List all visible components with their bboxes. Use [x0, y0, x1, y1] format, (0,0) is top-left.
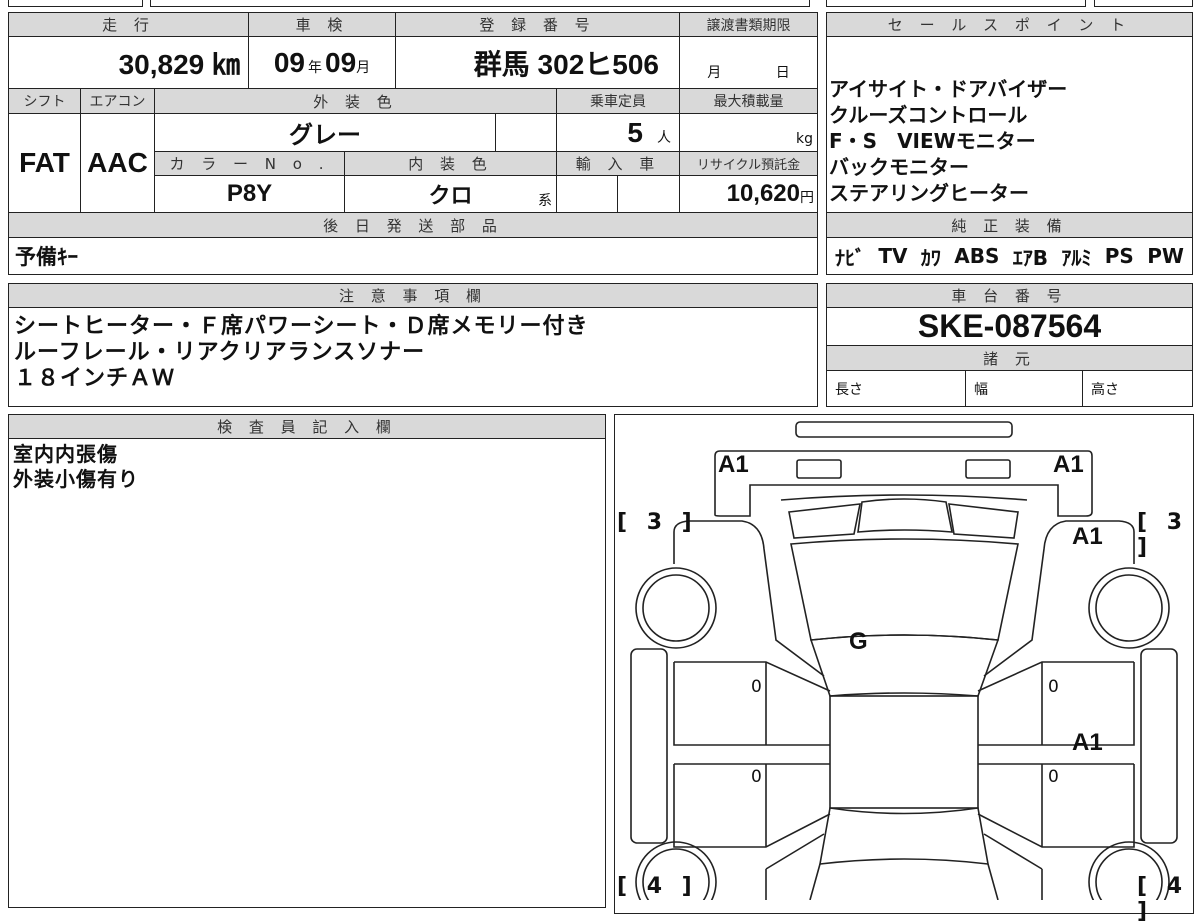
- notes-lines: シートヒーター・Ｆ席パワーシート・Ｄ席メモリー付き ルーフレール・リアクリアラン…: [14, 314, 589, 392]
- import-cell: [617, 175, 680, 213]
- equip-item: ｶﾜ: [920, 245, 941, 270]
- color-no-header: カ ラ ー N o .: [154, 151, 345, 176]
- mileage-value: 30,829 ㎞: [8, 36, 249, 89]
- damage-mark: 0: [751, 677, 762, 697]
- inspector-header: 検 査 員 記 入 欄: [8, 414, 606, 439]
- inspector-body: [8, 438, 606, 908]
- spec-height: 高さ: [1082, 370, 1193, 407]
- top-cell: [150, 0, 810, 7]
- interior-color-value: クロ系: [344, 175, 557, 213]
- equip-item: ABS: [954, 244, 1000, 268]
- equip-item: ｱﾙﾐ: [1061, 245, 1092, 270]
- ac-header: エアコン: [80, 88, 155, 114]
- spec-width: 幅: [965, 370, 1083, 407]
- tire-grade: [ 3 ]: [617, 510, 698, 535]
- chassis-number: SKE-087564: [826, 307, 1193, 346]
- damage-mark: 0: [751, 767, 762, 787]
- note-line: ルーフレール・リアクリアランスソナー: [14, 340, 426, 365]
- damage-mark: A1: [1072, 523, 1103, 550]
- equip-item: TV: [878, 244, 908, 268]
- damage-mark: G: [849, 628, 868, 655]
- spec-length: 長さ: [826, 370, 966, 407]
- registration-value: 群馬 302ヒ506: [395, 36, 680, 89]
- shift-header: シフト: [8, 88, 81, 114]
- shift-value: FAT: [8, 113, 81, 213]
- note-line: １８インチＡＷ: [14, 366, 176, 391]
- note-line: シートヒーター・Ｆ席パワーシート・Ｄ席メモリー付き: [14, 314, 589, 339]
- damage-mark: A1: [1053, 451, 1084, 478]
- capacity-header: 乗車定員: [556, 88, 680, 114]
- equip-item: ﾅﾋﾞ: [835, 245, 865, 270]
- later-parts-value: 予備ｷｰ: [8, 237, 818, 275]
- mileage-header: 走 行: [8, 12, 249, 37]
- interior-color-header: 内 装 色: [344, 151, 557, 176]
- max-load-header: 最大積載量: [679, 88, 818, 114]
- color-no-value: P8Y: [154, 175, 345, 213]
- import-cell: [556, 175, 618, 213]
- later-parts-header: 後 日 発 送 部 品: [8, 212, 818, 238]
- exterior-color-value: グレー: [154, 113, 496, 152]
- max-load-value: kg: [679, 113, 818, 152]
- tire-grade: [ 4 ]: [1137, 874, 1189, 924]
- top-cell: [826, 0, 1086, 7]
- top-cell: [1094, 0, 1193, 7]
- recycle-value: 10,620 円: [679, 175, 818, 213]
- tire-grade: [ 4 ]: [617, 874, 698, 899]
- damage-mark: A1: [718, 451, 749, 478]
- recycle-header: リサイクル預託金: [679, 151, 818, 176]
- blank-cell: [495, 113, 557, 152]
- import-header: 輸 入 車: [556, 151, 680, 176]
- spec-header: 諸 元: [826, 345, 1193, 371]
- sales-point: ステアリングヒーター: [829, 181, 1029, 205]
- inspection-header: 車 検: [248, 12, 396, 37]
- inspector-lines: 室内内張傷 外装小傷有り: [13, 442, 139, 492]
- sales-point: クルーズコントロール: [829, 103, 1028, 127]
- notes-header: 注 意 事 項 欄: [8, 283, 818, 308]
- chassis-header: 車 台 番 号: [826, 283, 1193, 308]
- sales-points-header: セ ー ル ス ポ イ ン ト: [826, 12, 1193, 37]
- exterior-color-header: 外 装 色: [154, 88, 557, 114]
- registration-header: 登 録 番 号: [395, 12, 680, 37]
- transfer-deadline-value: 月日: [679, 36, 818, 89]
- sales-points-list: アイサイト・ドアバイザー クルーズコントロール F・S VIEWモニター バック…: [826, 36, 1193, 213]
- top-cell: [8, 0, 143, 7]
- equip-item: PS: [1104, 244, 1134, 268]
- ac-value: AAC: [80, 113, 155, 213]
- damage-mark: A1: [1072, 729, 1103, 756]
- equipment-list: ﾅﾋﾞ TV ｶﾜ ABS ｴｱB ｱﾙﾐ PS PW: [826, 237, 1193, 275]
- sales-point: バックモニター: [829, 155, 969, 179]
- equip-item: PW: [1147, 244, 1184, 268]
- damage-mark: 0: [1048, 677, 1059, 697]
- tire-grade: [ 3 ]: [1137, 510, 1189, 560]
- car-diagram: [630, 421, 1178, 900]
- inspection-value: 09 年 09 月: [248, 36, 396, 89]
- sales-point: F・S VIEWモニター: [829, 129, 1036, 153]
- damage-mark: 0: [1048, 767, 1059, 787]
- capacity-value: 5人: [556, 113, 680, 152]
- sales-point: アイサイト・ドアバイザー: [829, 77, 1068, 101]
- transfer-deadline-header: 譲渡書類期限: [679, 12, 818, 37]
- inspector-line: 外装小傷有り: [13, 467, 139, 491]
- equip-item: ｴｱB: [1012, 245, 1049, 270]
- inspector-line: 室内内張傷: [13, 442, 118, 466]
- equipment-header: 純 正 装 備: [826, 212, 1193, 238]
